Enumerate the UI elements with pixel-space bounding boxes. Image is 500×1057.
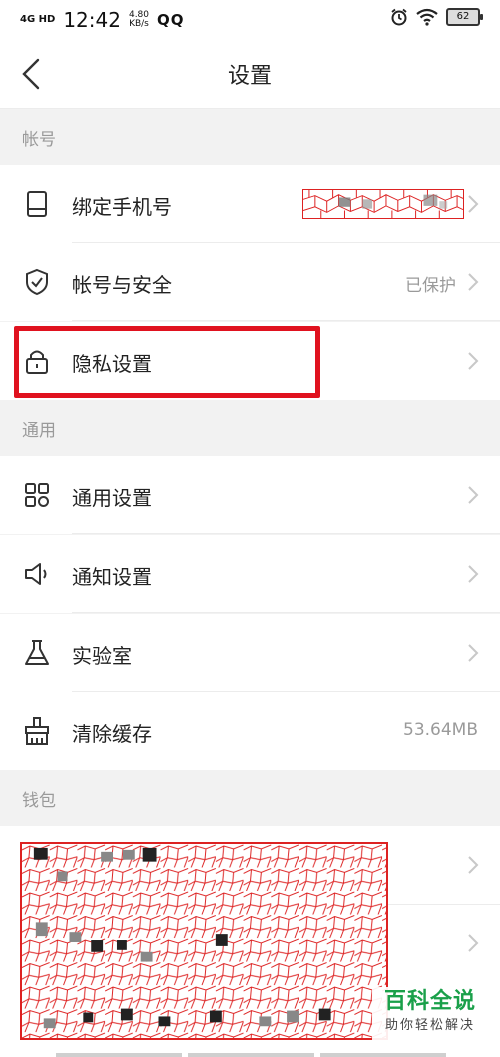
section-header-label: 帐号 [22, 130, 56, 150]
redacted-wallet-content [20, 842, 388, 1040]
row-label: 通用设置 [72, 486, 152, 510]
redacted-phone-number [302, 189, 464, 219]
bottom-scroll-indicator [56, 1053, 446, 1057]
network-indicator: 4G HD [20, 14, 56, 25]
section-header-general: 通用 [0, 400, 500, 456]
row-divider [72, 320, 500, 321]
qq-notification-icon: QQ [157, 11, 185, 29]
network-speed-unit: KB/s [129, 19, 149, 29]
alarm-icon [391, 8, 407, 26]
section-header-account: 帐号 [0, 109, 500, 165]
section-header-wallet: 钱包 [0, 770, 500, 826]
watermark-logo: 百科全说 助你轻松解决 [372, 987, 488, 1043]
chevron-right-icon [468, 352, 479, 370]
row-laboratory[interactable]: 实验室 [0, 614, 500, 692]
nav-bar: 设置 [0, 40, 500, 109]
row-label: 帐号与安全 [72, 273, 172, 297]
row-divider [72, 533, 500, 534]
shield-check-icon [26, 268, 48, 296]
section-header-label: 钱包 [22, 791, 56, 811]
watermark-tagline: 助你轻松解决 [384, 1018, 475, 1033]
chevron-right-icon [468, 195, 479, 213]
status-time: 12:42 [63, 8, 121, 32]
row-clear-cache[interactable]: 清除缓存 53.64MB [0, 692, 500, 770]
phone-icon [27, 191, 47, 217]
row-account-security[interactable]: 帐号与安全 已保护 [0, 243, 500, 321]
grid-icon [25, 483, 49, 507]
chevron-right-icon [468, 934, 479, 952]
watermark-brand: 百科全说 [383, 989, 476, 1014]
flask-icon [25, 640, 49, 665]
row-label: 清除缓存 [72, 722, 152, 746]
row-general-settings[interactable]: 通用设置 [0, 456, 500, 534]
row-notification-settings[interactable]: 通知设置 [0, 535, 500, 613]
broom-icon [25, 717, 49, 745]
page-title: 设置 [227, 64, 272, 89]
chevron-right-icon [468, 856, 479, 874]
speaker-icon [25, 563, 47, 585]
row-divider [72, 612, 500, 613]
wifi-icon [416, 8, 438, 26]
security-status: 已保护 [405, 276, 456, 296]
chevron-right-icon [468, 486, 479, 504]
row-label: 绑定手机号 [72, 195, 172, 219]
status-bar: 4G HD 12:42 4.80 KB/s QQ 62 [0, 0, 500, 40]
row-label: 实验室 [72, 644, 132, 668]
annotation-highlight-box [14, 326, 320, 398]
chevron-right-icon [468, 644, 479, 662]
cache-size: 53.64MB [403, 720, 478, 740]
section-header-label: 通用 [22, 421, 56, 441]
chevron-right-icon [468, 273, 479, 291]
row-label: 通知设置 [72, 565, 152, 589]
network-speed: 4.80 KB/s [129, 11, 149, 29]
chevron-right-icon [468, 565, 479, 583]
battery-icon: 62 [446, 8, 483, 26]
